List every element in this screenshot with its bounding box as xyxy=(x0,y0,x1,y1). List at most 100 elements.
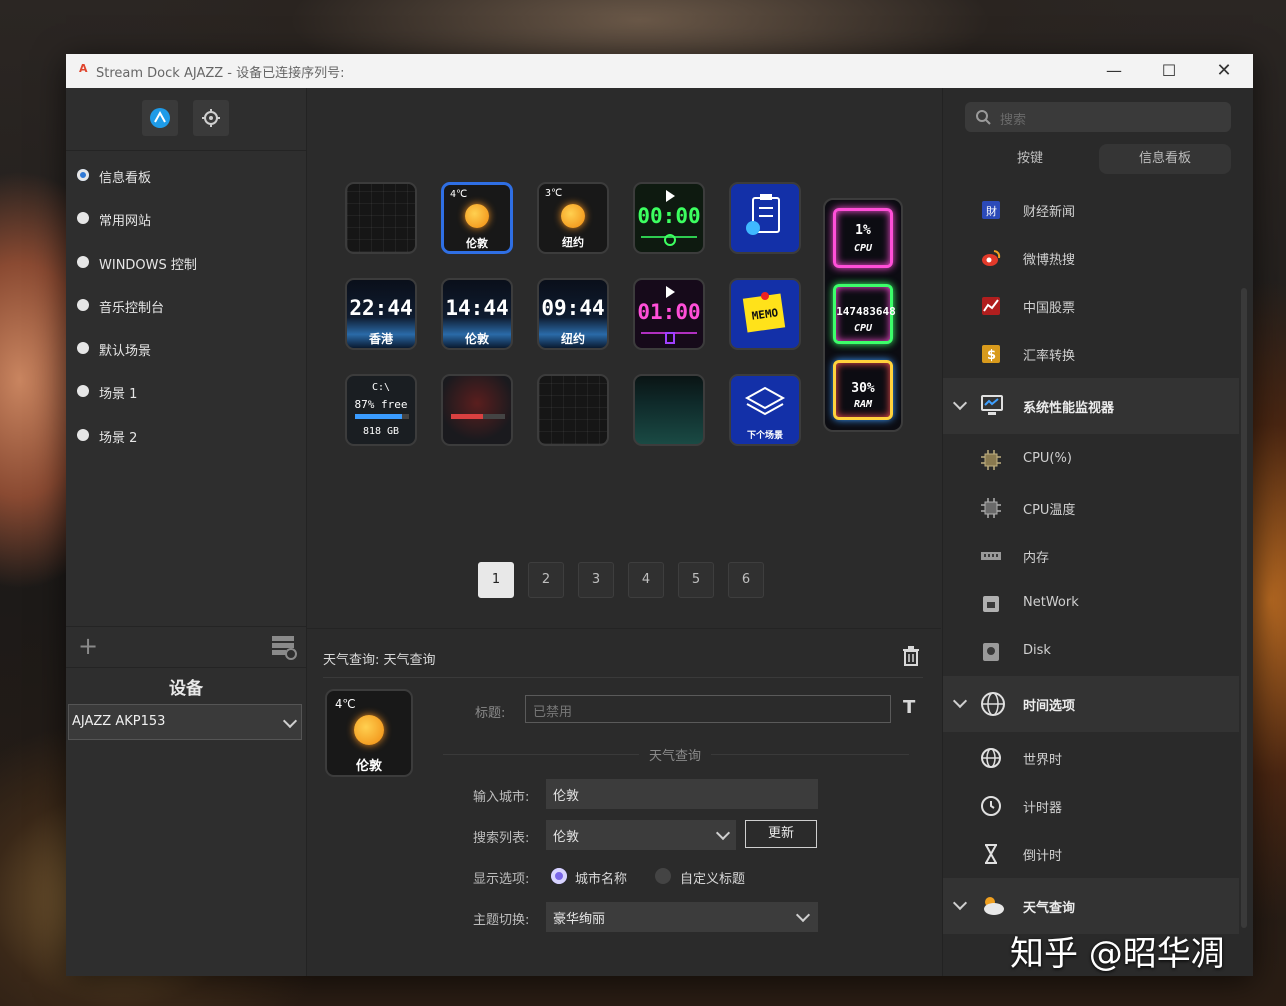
disk-usage-fill xyxy=(355,414,402,419)
scene-radio[interactable] xyxy=(77,385,89,398)
news-icon: 財 xyxy=(982,201,1000,219)
page-button[interactable]: 4 xyxy=(628,562,664,598)
settings-button[interactable] xyxy=(193,100,229,136)
tab-keys[interactable]: 按键 xyxy=(965,144,1095,174)
update-button[interactable]: 更新 xyxy=(745,820,817,848)
scene-label: 场景 1 xyxy=(99,387,138,403)
title-label: 标题: xyxy=(475,706,506,721)
scene-item[interactable]: 默认场景 xyxy=(66,329,306,372)
plugin-item[interactable]: NetWork xyxy=(943,580,1239,628)
page-button[interactable]: 6 xyxy=(728,562,764,598)
scene-manage-icon[interactable] xyxy=(270,633,298,661)
plugin-panel: 搜索 按键 信息看板 財 财经新闻微博热搜中国股票 $ 汇率转换系统性能监视器 CPU(… xyxy=(942,88,1253,976)
display-city-radio[interactable] xyxy=(551,868,567,884)
page-button[interactable]: 2 xyxy=(528,562,564,598)
watermark: 知乎 @昭华凋 xyxy=(1010,934,1225,974)
search-placeholder: 搜索 xyxy=(1000,113,1027,128)
inspector-title: 天气查询: 天气查询 xyxy=(323,653,436,668)
sidebar-toolbar xyxy=(66,88,306,151)
scene-radio[interactable] xyxy=(77,342,89,355)
key-task-clipboard[interactable] xyxy=(729,182,801,254)
profile-button[interactable] xyxy=(142,100,178,136)
chevron-down-icon[interactable] xyxy=(952,693,968,709)
search-list-select[interactable]: 伦敦 xyxy=(546,820,736,850)
plugin-scrollbar[interactable] xyxy=(1241,288,1247,928)
page-button[interactable]: 3 xyxy=(578,562,614,598)
plugin-item[interactable]: 中国股票 xyxy=(943,282,1239,330)
plugin-item[interactable]: $ 汇率转换 xyxy=(943,330,1239,378)
cpu-temp-icon xyxy=(981,498,1001,518)
plugin-item[interactable]: 世界时 xyxy=(943,734,1239,782)
city-input[interactable]: 伦敦 xyxy=(546,779,818,809)
tab-dashboard[interactable]: 信息看板 xyxy=(1099,144,1231,174)
key-stopwatch[interactable]: 00:00 xyxy=(633,182,705,254)
scene-radio[interactable] xyxy=(77,255,89,268)
page-button[interactable]: 5 xyxy=(678,562,714,598)
title-bar: A Stream Dock AJAZZ - 设备已连接序列号: — ☐ ✕ xyxy=(66,54,1253,88)
key-countdown[interactable]: 01:00 xyxy=(633,278,705,350)
key-disk-d[interactable] xyxy=(441,374,513,446)
key-empty[interactable] xyxy=(537,374,609,446)
app-window: A Stream Dock AJAZZ - 设备已连接序列号: — ☐ ✕ 信息… xyxy=(66,54,1253,976)
display-city-label: 城市名称 xyxy=(575,872,628,887)
plugin-label: 财经新闻 xyxy=(1023,205,1076,220)
trash-icon[interactable] xyxy=(901,645,921,667)
key-clock-hongkong[interactable]: 22:44 香港 xyxy=(345,278,417,350)
close-button[interactable]: ✕ xyxy=(1201,54,1247,88)
device-select[interactable]: AJAZZ AKP153 xyxy=(68,704,302,740)
scene-radio[interactable] xyxy=(77,212,89,225)
key-weather-london[interactable]: 4℃ 伦敦 xyxy=(441,182,513,254)
plugin-item[interactable]: 倒计时 xyxy=(943,830,1239,878)
plugin-item[interactable]: 计时器 xyxy=(943,782,1239,830)
key-network-graph[interactable] xyxy=(633,374,705,446)
scene-item[interactable]: 常用网站 xyxy=(66,199,306,242)
plugin-item[interactable]: CPU温度 xyxy=(943,484,1239,532)
scene-item[interactable]: 场景 2 xyxy=(66,416,306,459)
title-input[interactable]: 已禁用 xyxy=(525,695,891,723)
scene-sidebar: 信息看板 常用网站 WINDOWS 控制 音乐控制台 默认场景 场景 1 场景 … xyxy=(66,88,307,976)
page-button[interactable]: 1 xyxy=(478,562,514,598)
sun-icon xyxy=(354,715,384,745)
scene-item[interactable]: 音乐控制台 xyxy=(66,286,306,329)
plugin-item[interactable]: 財 财经新闻 xyxy=(943,186,1239,234)
plugin-item[interactable]: CPU(%) xyxy=(943,436,1239,484)
key-clock-london[interactable]: 14:44 伦敦 xyxy=(441,278,513,350)
svg-text:財: 財 xyxy=(986,204,997,218)
key-empty[interactable] xyxy=(345,182,417,254)
scene-radio[interactable] xyxy=(77,428,89,441)
plugin-item[interactable]: Disk xyxy=(943,628,1239,676)
plugin-item[interactable]: 微博热搜 xyxy=(943,234,1239,282)
network-icon xyxy=(983,596,999,612)
chevron-down-icon[interactable] xyxy=(952,895,968,911)
scene-item[interactable]: WINDOWS 控制 xyxy=(66,243,306,286)
plugin-category[interactable]: 时间选项 xyxy=(943,676,1239,732)
scene-item[interactable]: 信息看板 xyxy=(66,156,306,199)
scene-radio[interactable] xyxy=(77,169,89,181)
scene-radio[interactable] xyxy=(77,298,89,311)
disk-free: 87% free xyxy=(354,398,408,411)
plugin-search[interactable]: 搜索 xyxy=(965,102,1231,132)
ajazz-logo-icon xyxy=(150,108,170,128)
key-clock-newyork[interactable]: 09:44 纽约 xyxy=(537,278,609,350)
scene-list: 信息看板 常用网站 WINDOWS 控制 音乐控制台 默认场景 场景 1 场景 … xyxy=(66,156,306,459)
key-system-monitor[interactable]: 1% CPU 147483648 CPU 30% RAM xyxy=(823,198,903,432)
cpu-temp-gauge: 147483648 CPU xyxy=(833,284,896,344)
key-next-scene[interactable]: 下个场景 xyxy=(729,374,801,446)
plugin-item[interactable]: 内存 xyxy=(943,532,1239,580)
theme-select[interactable]: 豪华绚丽 xyxy=(546,902,818,932)
key-disk-c[interactable]: C:\ 87% free 818 GB xyxy=(345,374,417,446)
scene-label: 场景 2 xyxy=(99,430,138,446)
key-memo[interactable]: MEMO xyxy=(729,278,801,350)
display-custom-radio[interactable] xyxy=(655,868,671,884)
plugin-label: 系统性能监视器 xyxy=(1023,401,1115,416)
plugin-label: 中国股票 xyxy=(1023,301,1076,316)
plugin-category[interactable]: 系统性能监视器 xyxy=(943,378,1239,434)
hourglass-icon xyxy=(665,332,675,344)
key-weather-newyork[interactable]: 3℃ 纽约 xyxy=(537,182,609,254)
title-format-button[interactable]: T xyxy=(903,697,915,718)
scene-item[interactable]: 场景 1 xyxy=(66,372,306,415)
chevron-down-icon[interactable] xyxy=(952,395,968,411)
add-scene-button[interactable]: + xyxy=(78,632,98,660)
maximize-button[interactable]: ☐ xyxy=(1146,54,1192,88)
minimize-button[interactable]: — xyxy=(1091,54,1137,88)
